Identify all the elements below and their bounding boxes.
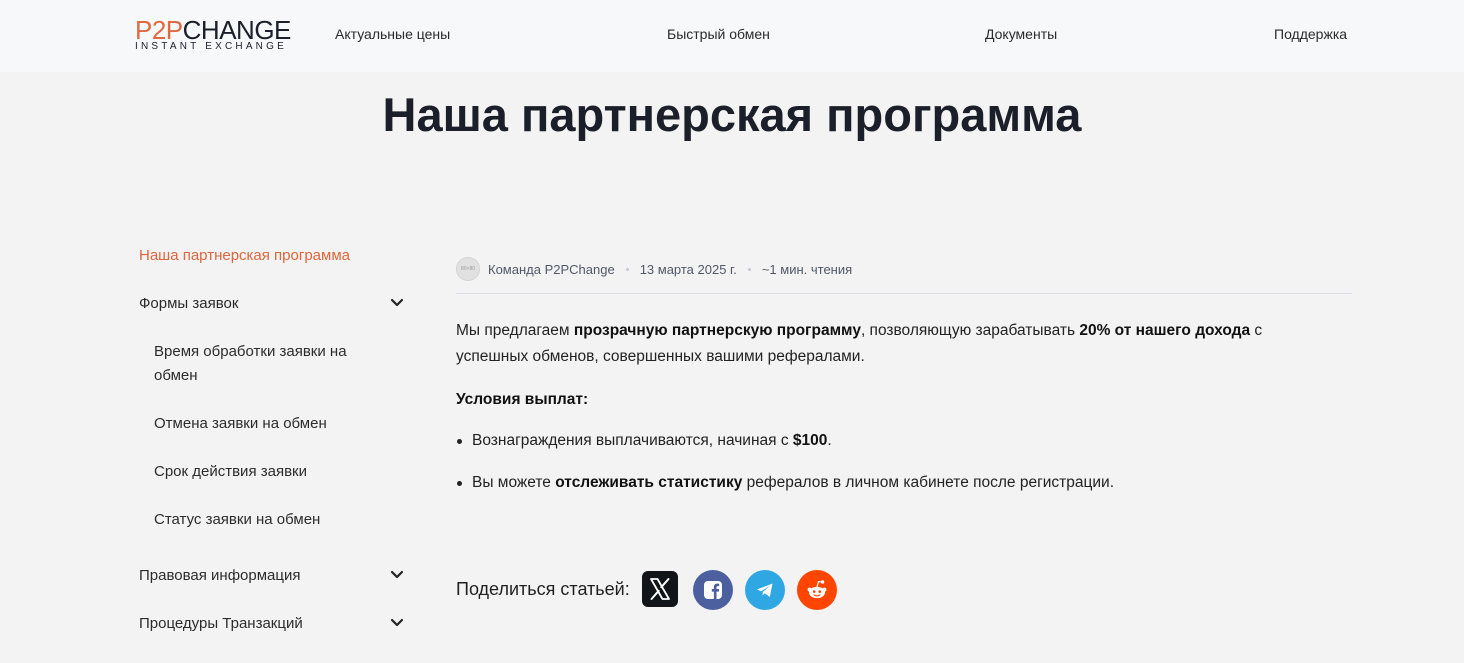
sidebar-item-label: Формы заявок — [139, 295, 239, 312]
nav-current-prices[interactable]: Актуальные цены — [335, 26, 450, 42]
avatar: 80×80 — [456, 257, 480, 281]
sidebar-item-label: Срок действия заявки — [154, 463, 307, 480]
sidebar-item-label: Правовая информация — [139, 567, 301, 584]
nav-support[interactable]: Поддержка — [1274, 26, 1347, 42]
read-time: ~1 мин. чтения — [761, 261, 853, 277]
sidebar-item-request-status[interactable]: Статус заявки на обмен — [154, 508, 384, 532]
bullet-text: . — [827, 432, 832, 449]
avatar-placeholder-text: 80×80 — [460, 266, 476, 272]
share-label: Поделиться статьей: — [456, 579, 630, 599]
reddit-icon — [807, 580, 827, 599]
intro-bold: 20% от нашего дохода — [1079, 322, 1251, 339]
list-item: Вознаграждения выплачиваются, начиная с … — [457, 428, 832, 454]
sidebar-item-label: Статус заявки на обмен — [154, 511, 321, 528]
chevron-down-icon — [390, 618, 404, 627]
article-meta: 80×80 Команда P2PChange 13 марта 2025 г.… — [456, 257, 852, 281]
intro-bold: прозрачную партнерскую программу — [573, 322, 861, 339]
sidebar-item-legal-info[interactable]: Правовая информация — [139, 564, 404, 588]
share-x-button[interactable] — [642, 571, 678, 607]
share-facebook-button[interactable] — [693, 570, 733, 610]
bullet-text: рефералов в личном кабинете после регист… — [742, 474, 1115, 491]
sidebar-item-label: Отмена заявки на обмен — [154, 415, 327, 432]
sidebar-item-partner-program[interactable]: Наша партнерская программа — [139, 244, 404, 268]
conditions-heading: Условия выплат: — [456, 391, 589, 408]
bullet-text: Вы можете — [472, 474, 556, 491]
intro-text: , позволяющую зарабатывать — [860, 322, 1080, 339]
sidebar-item-label: Время обработки заявки на обмен — [154, 343, 347, 384]
list-item: Вы можете отслеживать статистику реферал… — [456, 470, 1115, 496]
nav-quick-exchange[interactable]: Быстрый обмен — [667, 26, 770, 42]
sidebar-item-request-validity[interactable]: Срок действия заявки — [154, 460, 384, 484]
page-title: Наша партнерская программа — [382, 88, 1082, 141]
share-reddit-button[interactable] — [797, 570, 837, 610]
logo-tagline: INSTANT EXCHANGE — [135, 41, 287, 52]
sidebar-item-cancel-request[interactable]: Отмена заявки на обмен — [154, 412, 384, 436]
facebook-icon — [704, 581, 722, 599]
share-telegram-button[interactable] — [745, 570, 785, 610]
article-intro: Мы предлагаем прозрачную партнерскую про… — [456, 318, 1336, 370]
publish-date: 13 марта 2025 г. — [639, 261, 737, 277]
author-name: Команда P2PChange — [488, 261, 615, 277]
sidebar-item-request-forms[interactable]: Формы заявок — [139, 292, 404, 316]
bullet-bold: $100 — [792, 432, 828, 449]
intro-text: Мы предлагаем — [456, 322, 574, 339]
telegram-icon — [757, 583, 773, 597]
site-header: P2PCHANGE INSTANT EXCHANGE Актуальные це… — [0, 0, 1464, 72]
x-icon — [650, 578, 670, 600]
meta-separator — [747, 267, 751, 271]
nav-documents[interactable]: Документы — [985, 26, 1057, 42]
sidebar-item-label: Процедуры Транзакций — [139, 615, 303, 632]
bullet-bold: отслеживать статистику — [555, 474, 743, 491]
meta-divider — [456, 293, 1352, 294]
chevron-down-icon — [390, 298, 404, 307]
bullet-text: Вознаграждения выплачиваются, начиная с — [472, 432, 793, 449]
logo[interactable]: P2PCHANGE INSTANT EXCHANGE — [135, 16, 291, 56]
chevron-down-icon — [390, 570, 404, 579]
meta-separator — [625, 267, 629, 271]
sidebar-item-processing-time[interactable]: Время обработки заявки на обмен — [154, 340, 384, 388]
logo-wordmark: P2PCHANGE — [135, 16, 291, 44]
sidebar-item-label: Наша партнерская программа — [139, 247, 350, 264]
sidebar-item-transaction-procedures[interactable]: Процедуры Транзакций — [139, 612, 404, 636]
